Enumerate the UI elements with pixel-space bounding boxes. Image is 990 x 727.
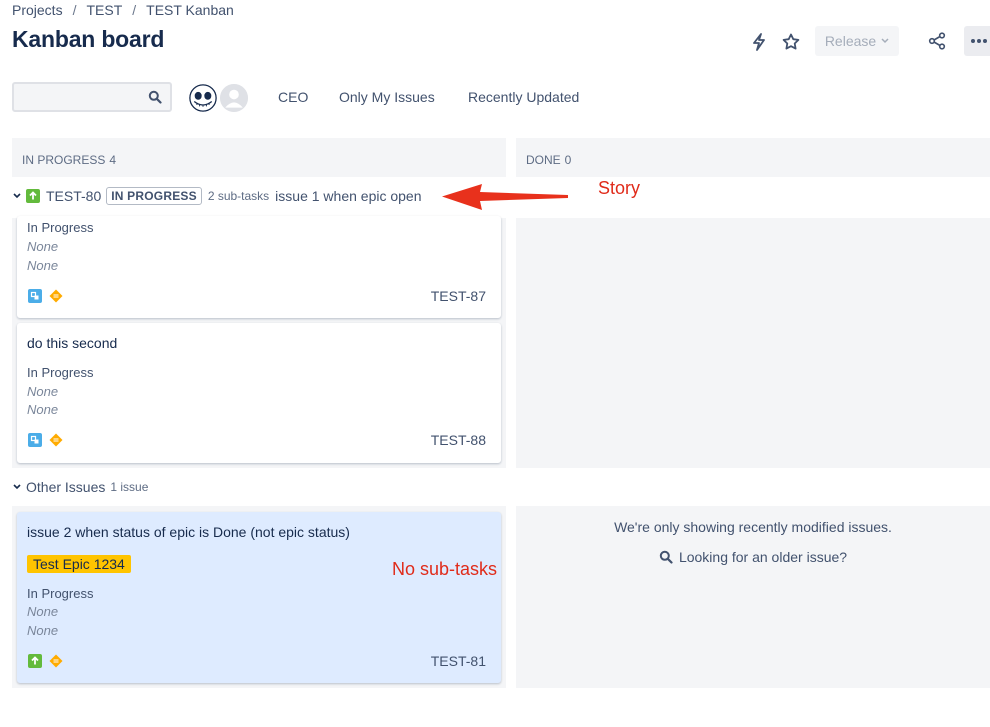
- more-button[interactable]: [964, 26, 990, 56]
- star-icon: [782, 33, 800, 50]
- column-header-in-progress: IN PROGRESS 4: [12, 138, 506, 177]
- breadcrumb-separator: /: [72, 2, 77, 18]
- card-summary: issue 2 when status of epic is Done (not…: [27, 524, 350, 540]
- story-icon: [26, 189, 40, 203]
- column-done-story-lane: [516, 218, 990, 468]
- swimlane-other-header[interactable]: Other Issues 1 issue: [12, 479, 148, 495]
- card-field: None: [27, 604, 59, 619]
- search-box: [12, 82, 172, 112]
- breadcrumb-projects[interactable]: Projects: [12, 2, 63, 18]
- card-field: None: [27, 402, 59, 417]
- search-icon: [659, 550, 673, 564]
- chevron-down-icon: [881, 38, 889, 44]
- swimlane-issue-key[interactable]: TEST-80: [46, 188, 101, 204]
- swimlane-summary: issue 1 when epic open: [275, 188, 422, 204]
- share-button[interactable]: [923, 27, 951, 55]
- swimlane-label: Other Issues: [26, 479, 106, 495]
- breadcrumb-project[interactable]: TEST: [86, 2, 122, 18]
- issue-card-test-88[interactable]: do this second In Progress None None TES…: [17, 323, 501, 463]
- card-summary: do this second: [27, 335, 118, 351]
- older-issue-link-label: Looking for an older issue?: [678, 549, 848, 565]
- card-field: None: [27, 384, 59, 399]
- lightning-icon: [753, 33, 765, 51]
- more-icon: [971, 39, 987, 43]
- breadcrumb-board[interactable]: TEST Kanban: [146, 2, 234, 18]
- swimlane-story-header[interactable]: TEST-80 IN PROGRESS 2 sub-tasks issue 1 …: [12, 187, 422, 205]
- subtask-count: 2 sub-tasks: [207, 189, 270, 203]
- story-icon: [28, 654, 42, 668]
- column-header-done: DONE 0: [516, 138, 990, 177]
- share-icon: [928, 32, 946, 50]
- status-badge: IN PROGRESS: [106, 187, 202, 205]
- subtask-icon: [28, 433, 42, 447]
- card-field: None: [27, 258, 59, 273]
- older-issue-link[interactable]: Looking for an older issue?: [516, 549, 990, 565]
- release-label: Release: [824, 33, 877, 49]
- issue-card-test-81[interactable]: issue 2 when status of epic is Done (not…: [17, 512, 501, 683]
- annotation-no-subtasks: No sub-tasks: [392, 559, 498, 579]
- card-status: In Progress: [27, 220, 94, 235]
- chevron-down-icon[interactable]: [12, 484, 22, 490]
- release-button[interactable]: Release: [815, 26, 899, 56]
- breadcrumb-separator: /: [132, 2, 137, 18]
- automation-button[interactable]: [745, 28, 773, 56]
- card-status: In Progress: [27, 586, 94, 601]
- issue-card-test-87[interactable]: In Progress None None TEST-87: [17, 216, 501, 318]
- issue-count: 1 issue: [110, 480, 149, 494]
- card-field: None: [27, 623, 59, 638]
- column-count: 4: [109, 153, 117, 167]
- column-name: DONE: [526, 153, 561, 167]
- search-icon: [148, 90, 162, 104]
- card-status: In Progress: [27, 365, 94, 380]
- priority-medium-icon: [49, 433, 63, 447]
- card-issue-key[interactable]: TEST-87: [431, 288, 486, 304]
- quick-filter-recently-updated[interactable]: Recently Updated: [468, 89, 579, 105]
- annotation-arrow: [442, 184, 568, 210]
- star-button[interactable]: [777, 28, 805, 56]
- card-issue-key[interactable]: TEST-88: [431, 432, 486, 448]
- avatar[interactable]: [187, 82, 219, 114]
- search-input[interactable]: [14, 84, 144, 110]
- chevron-down-icon[interactable]: [12, 193, 22, 199]
- avatar[interactable]: [218, 82, 250, 114]
- card-field: None: [27, 239, 59, 254]
- done-empty-message: We're only showing recently modified iss…: [614, 519, 892, 535]
- subtask-icon: [28, 289, 42, 303]
- annotation-story: Story: [598, 178, 641, 198]
- card-issue-key[interactable]: TEST-81: [431, 653, 486, 669]
- column-name: IN PROGRESS: [22, 153, 106, 167]
- page-title: Kanban board: [12, 26, 165, 52]
- epic-label[interactable]: Test Epic 1234: [27, 555, 131, 573]
- column-count: 0: [564, 153, 572, 167]
- breadcrumb: Projects / TEST / TEST Kanban: [12, 2, 234, 18]
- priority-medium-icon: [49, 289, 63, 303]
- quick-filter-ceo[interactable]: CEO: [278, 89, 308, 105]
- priority-medium-icon: [49, 654, 63, 668]
- quick-filter-only-my-issues[interactable]: Only My Issues: [339, 89, 435, 105]
